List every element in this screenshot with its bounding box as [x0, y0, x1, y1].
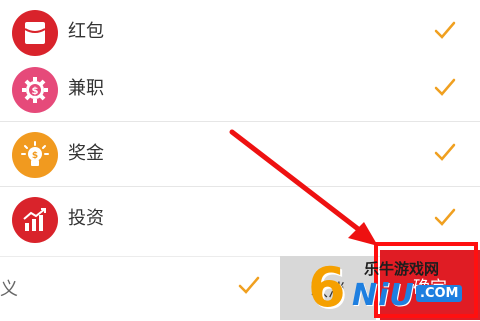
list-item-jianzhi[interactable]: $ 兼职: [0, 57, 480, 122]
lightbulb-icon: $: [12, 132, 58, 178]
dollar-gear-icon: $: [12, 67, 58, 113]
partial-item-label: 义: [0, 279, 18, 300]
cancel-button[interactable]: 取消: [280, 256, 376, 320]
list-item-label: 兼职: [68, 78, 104, 99]
list-item-label: 红包: [68, 21, 104, 42]
list-item-jiangjin[interactable]: $ 奖金: [0, 122, 480, 187]
checkmark-icon: [434, 143, 456, 161]
red-envelope-icon: [12, 10, 58, 56]
list-item-hongbao[interactable]: 红包: [0, 0, 480, 65]
growth-chart-icon: [12, 197, 58, 243]
checkmark-icon: [434, 21, 456, 39]
checkmark-icon: [434, 208, 456, 226]
list-item-label: 投资: [68, 208, 104, 229]
svg-text:$: $: [32, 86, 39, 97]
svg-text:$: $: [32, 151, 38, 161]
checkmark-icon: [238, 276, 260, 294]
list-item-label: 奖金: [68, 143, 104, 164]
highlight-box: [374, 242, 478, 318]
cancel-button-label: 取消: [311, 280, 345, 301]
checkmark-icon: [434, 78, 456, 96]
